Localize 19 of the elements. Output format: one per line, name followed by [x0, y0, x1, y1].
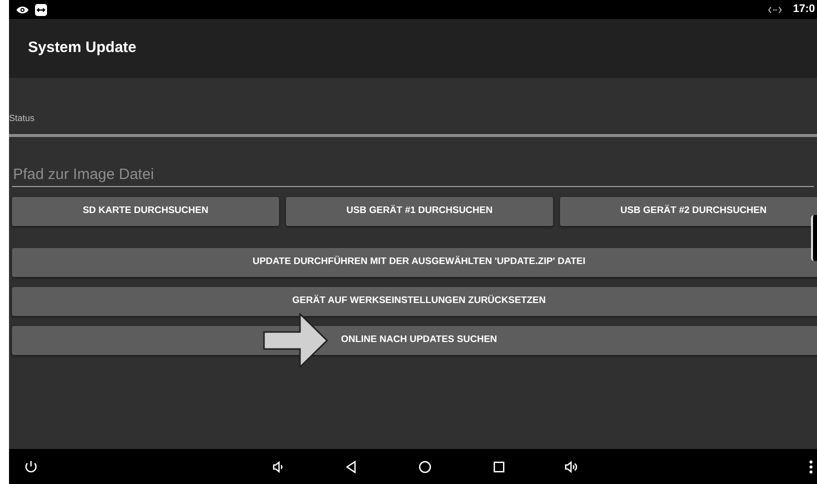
more-options-icon[interactable] — [809, 460, 813, 474]
app-notification-icon — [35, 4, 47, 16]
browse-button[interactable]: SD KARTE DURCHSUCHEN — [12, 197, 279, 226]
action-button[interactable]: ONLINE NACH UPDATES SUCHEN — [12, 326, 817, 355]
action-button[interactable]: UPDATE DURCHFÜHREN MIT DER AUSGEWÄHLTEN 'UPDATE.ZIP' DATEI — [12, 248, 817, 277]
clock: 17:0 — [792, 2, 815, 18]
arrow-icon — [263, 313, 328, 368]
power-icon[interactable] — [23, 459, 39, 475]
action-button[interactable]: GERÄT AUF WERKSEINSTELLUNGEN ZURÜCKSETZEN — [12, 287, 817, 316]
home-icon[interactable] — [417, 459, 433, 475]
status-label: Status — [9, 112, 35, 124]
path-input-field[interactable]: Pfad zur Image Datei — [12, 163, 814, 187]
recents-icon[interactable] — [491, 459, 507, 475]
browse-button[interactable]: USB GERÄT #1 DURCHSUCHEN — [286, 197, 553, 226]
volume-up-icon[interactable] — [563, 459, 579, 475]
eye-icon — [16, 4, 29, 14]
code-icon — [768, 6, 782, 14]
browse-button[interactable]: USB GERÄT #2 DURCHSUCHEN — [560, 197, 817, 226]
window-title: System Update — [28, 38, 136, 58]
